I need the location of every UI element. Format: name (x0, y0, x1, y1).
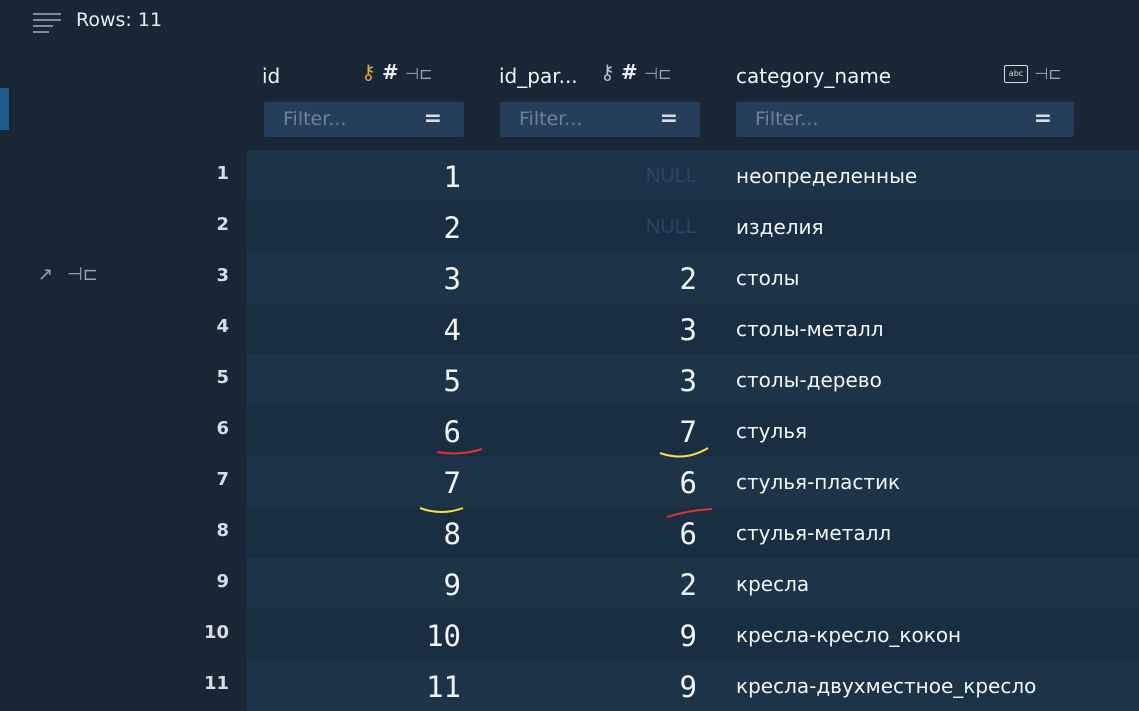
cell-id[interactable]: 9 (247, 568, 461, 602)
key-icon: ⚷ (600, 60, 615, 84)
filter-operator-button[interactable]: = (660, 106, 678, 131)
table-row[interactable]: 3 3 2 столы (216, 252, 1139, 303)
cell-id-parent[interactable]: 2 (487, 262, 697, 296)
cell-id[interactable]: 2 (247, 211, 461, 245)
cell-id-parent[interactable]: 9 (487, 670, 697, 704)
cell-id[interactable]: 6 (247, 415, 461, 449)
cell-category-name[interactable]: кресла-кресло_кокон (736, 623, 961, 647)
filter-category-name[interactable]: Filter... = (736, 102, 1074, 137)
cell-id[interactable]: 3 (247, 262, 461, 296)
cell-id-parent[interactable]: 6 (487, 466, 697, 500)
column-icons-id: ⚷ # ⊣⊏ (361, 60, 432, 84)
column-icons-category-name: abc ⊣⊏ (1004, 60, 1062, 84)
filter-placeholder: Filter... (755, 108, 819, 130)
table-row[interactable]: 7 7 6 стулья-пластик (216, 456, 1139, 507)
table-row[interactable]: 9 9 2 кресла (216, 558, 1139, 609)
pin-icon[interactable]: ⊣⊏ (644, 64, 671, 83)
cell-id[interactable]: 5 (247, 364, 461, 398)
hash-icon: # (382, 60, 399, 84)
cell-id[interactable]: 8 (247, 517, 461, 551)
cell-id-parent[interactable]: NULL (487, 165, 697, 188)
table-row[interactable]: 2 2 NULL изделия (216, 201, 1139, 252)
cell-id-parent[interactable]: NULL (487, 216, 697, 239)
row-number[interactable]: 1 (197, 163, 229, 184)
rows-count: Rows: 11 (76, 9, 163, 31)
row-number[interactable]: 10 (197, 622, 229, 643)
table-row[interactable]: 6 6 7 стулья (216, 405, 1139, 456)
cell-category-name[interactable]: стулья-пластик (736, 470, 900, 494)
cell-id-parent[interactable]: 7 (487, 415, 697, 449)
selection-indicator (0, 88, 9, 130)
filter-placeholder: Filter... (283, 108, 347, 130)
row-actions: ↗ ⊣⊏ (38, 264, 112, 285)
cell-id[interactable]: 1 (247, 160, 461, 194)
cell-category-name[interactable]: неопределенные (736, 164, 917, 188)
row-number[interactable]: 7 (197, 469, 229, 490)
pin-icon[interactable]: ⊣⊏ (1034, 64, 1061, 83)
row-number[interactable]: 4 (197, 316, 229, 337)
row-number[interactable]: 2 (197, 214, 229, 235)
row-number[interactable]: 3 (197, 265, 229, 286)
column-header-category-name[interactable]: category_name (736, 64, 891, 88)
filter-operator-button[interactable]: = (424, 106, 442, 131)
table-row[interactable]: 5 5 3 столы-дерево (216, 354, 1139, 405)
cell-id-parent[interactable]: 9 (487, 619, 697, 653)
results-grid: 1 1 NULL неопределенные 2 2 NULL изделия 3 3 2 ст… (204, 150, 1139, 711)
filter-id[interactable]: Filter... = (264, 102, 464, 137)
column-header-id[interactable]: id (262, 64, 280, 88)
pin-icon[interactable]: ⊣⊏ (405, 64, 432, 83)
column-header-id-parent[interactable]: id_par... (499, 64, 578, 88)
cell-category-name[interactable]: изделия (736, 215, 824, 239)
cell-id-parent[interactable]: 6 (487, 517, 697, 551)
filter-placeholder: Filter... (519, 108, 583, 130)
filter-id-parent[interactable]: Filter... = (500, 102, 700, 137)
table-row[interactable]: 1 1 NULL неопределенные (216, 150, 1139, 201)
row-number[interactable]: 8 (197, 520, 229, 541)
hash-icon: # (621, 60, 638, 84)
cell-category-name[interactable]: кресла-двухместное_кресло (736, 674, 1036, 698)
table-row[interactable]: 11 11 9 кресла-двухместное_кресло (204, 660, 1139, 711)
table-row[interactable]: 10 10 9 кресла-кресло_кокон (204, 609, 1139, 660)
abc-icon: abc (1004, 64, 1028, 83)
cell-id-parent[interactable]: 3 (487, 364, 697, 398)
results-toolbar: Rows: 11 (0, 0, 1139, 44)
rows-icon (33, 11, 61, 33)
row-number[interactable]: 11 (197, 673, 229, 694)
row-number[interactable]: 5 (197, 367, 229, 388)
cell-id-parent[interactable]: 2 (487, 568, 697, 602)
cell-id[interactable]: 11 (247, 670, 461, 704)
column-icons-id-parent: ⚷ # ⊣⊏ (600, 60, 671, 84)
row-number[interactable]: 6 (197, 418, 229, 439)
table-row[interactable]: 4 4 3 столы-металл (216, 303, 1139, 354)
cell-category-name[interactable]: стулья (736, 419, 807, 443)
cell-id[interactable]: 4 (247, 313, 461, 347)
expand-arrow-icon[interactable]: ↗ (38, 264, 53, 285)
cell-id[interactable]: 10 (247, 619, 461, 653)
cell-category-name[interactable]: столы-дерево (736, 368, 882, 392)
table-row[interactable]: 8 8 6 стулья-металл (216, 507, 1139, 558)
cell-category-name[interactable]: столы (736, 266, 799, 290)
pin-icon[interactable]: ⊣⊏ (67, 264, 98, 285)
cell-category-name[interactable]: стулья-металл (736, 521, 891, 545)
cell-id[interactable]: 7 (247, 466, 461, 500)
filter-operator-button[interactable]: = (1034, 106, 1052, 131)
cell-category-name[interactable]: кресла (736, 572, 809, 596)
cell-id-parent[interactable]: 3 (487, 313, 697, 347)
key-icon: ⚷ (361, 60, 376, 84)
cell-category-name[interactable]: столы-металл (736, 317, 884, 341)
row-number[interactable]: 9 (197, 571, 229, 592)
